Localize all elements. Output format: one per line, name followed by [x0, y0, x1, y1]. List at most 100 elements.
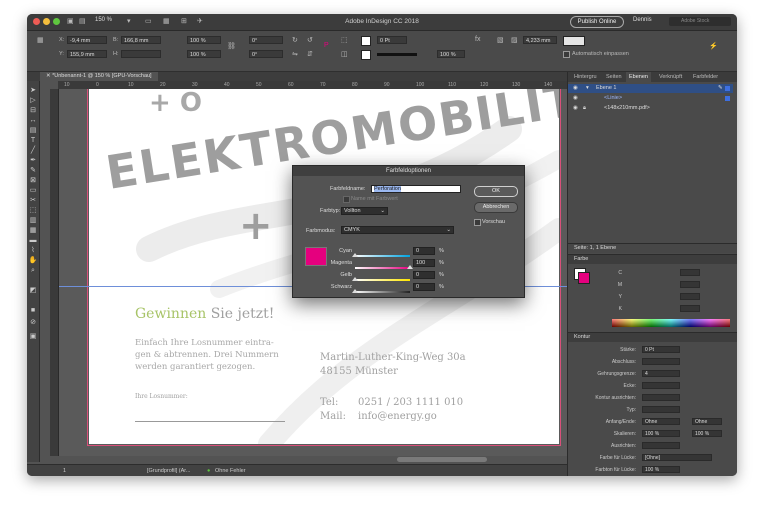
swatch-name-input[interactable]: Perforation: [371, 185, 461, 193]
channel-value-field[interactable]: 0: [413, 283, 435, 291]
fit-content-icon[interactable]: ▨: [511, 36, 518, 44]
layer-row[interactable]: ◉ ▾ Ebene 1 ✎: [568, 84, 733, 93]
tab-farbfelder[interactable]: Farbfelder: [690, 72, 721, 82]
cancel-button[interactable]: Abbrechen: [474, 202, 518, 213]
effects-icon[interactable]: fx: [475, 36, 480, 43]
channel-slider[interactable]: [355, 265, 413, 269]
screen-mode-tool-icon[interactable]: ▣: [28, 332, 38, 341]
slider-thumb[interactable]: [352, 253, 358, 257]
shear-field[interactable]: 0°: [249, 50, 283, 58]
scissors-tool-icon[interactable]: ✂: [28, 196, 38, 205]
color-mode-select[interactable]: CMYK ⌄: [341, 226, 454, 234]
expand-icon[interactable]: ▾: [586, 84, 589, 93]
lightning-icon[interactable]: ⚡: [709, 42, 718, 50]
kontur-row-field[interactable]: 100 %: [642, 430, 680, 437]
stroke-swatch[interactable]: [361, 50, 371, 60]
select-container-icon[interactable]: ⬚: [341, 36, 348, 44]
x-field[interactable]: -9,4 mm: [67, 36, 107, 44]
tab-hintergrund[interactable]: Hintergru: [571, 72, 600, 82]
rotate-ccw-icon[interactable]: ↺: [307, 36, 313, 44]
rectangle-tool-icon[interactable]: ▭: [28, 186, 38, 195]
farbe-panel-header[interactable]: Farbe: [568, 254, 737, 264]
maximize-window-button[interactable]: [53, 18, 60, 25]
height-field[interactable]: [121, 50, 161, 58]
opacity-field[interactable]: 100 %: [437, 50, 465, 58]
kontur-row-field[interactable]: [Ohne]: [642, 454, 712, 461]
c-field[interactable]: [680, 269, 700, 276]
zoom-select[interactable]: 150 %: [95, 17, 112, 23]
scale-end-field[interactable]: 100 %: [692, 430, 722, 437]
preflight-profile[interactable]: [Grundprofil] (Ar...: [147, 465, 190, 476]
preview-checkbox[interactable]: [474, 219, 481, 226]
eye-icon[interactable]: ◉: [573, 94, 578, 103]
paragraph-icon[interactable]: P: [324, 42, 329, 49]
apply-color-icon[interactable]: ■: [28, 306, 38, 315]
name-with-value-checkbox[interactable]: [343, 196, 350, 203]
document-tab[interactable]: ✕ *Unbenannt-1 @ 150 % [GPU-Vorschau]: [40, 72, 158, 81]
selection-chip[interactable]: [725, 96, 730, 101]
farbe-stroke-swatch[interactable]: [578, 272, 590, 284]
adobe-stock-search[interactable]: Adobe Stock: [669, 17, 731, 26]
eyedropper-tool-icon[interactable]: ⌇: [28, 246, 38, 255]
slider-thumb[interactable]: [352, 289, 358, 293]
page-number-field[interactable]: 1: [63, 465, 66, 476]
autofit-checkbox[interactable]: [563, 51, 570, 58]
channel-slider[interactable]: [352, 289, 410, 293]
size-field[interactable]: 4,233 mm: [523, 36, 557, 44]
tab-seiten[interactable]: Seiten: [603, 72, 625, 82]
frame-fitting-icon[interactable]: ▧: [497, 36, 504, 44]
rectangle-frame-tool-icon[interactable]: ⊠: [28, 176, 38, 185]
publish-online-button[interactable]: Publish Online: [570, 16, 624, 28]
selection-tool-icon[interactable]: ➤: [28, 86, 38, 95]
select-content-icon[interactable]: ◫: [341, 50, 348, 58]
lock-icon[interactable]: 🔒︎: [583, 104, 586, 113]
screen-mode-icon[interactable]: ▭: [145, 17, 152, 25]
kontur-row-field[interactable]: 0 Pt: [642, 346, 680, 353]
kontur-row-field[interactable]: 100 %: [642, 466, 680, 473]
wrap-preview[interactable]: [563, 36, 585, 46]
color-type-select[interactable]: Vollton ⌄: [341, 207, 388, 215]
workspace-icon[interactable]: ⊞: [181, 17, 187, 25]
width-field[interactable]: 166,8 mm: [121, 36, 161, 44]
kontur-row-field[interactable]: [642, 382, 680, 389]
pencil-tool-icon[interactable]: ✎: [28, 166, 38, 175]
line-end-select[interactable]: Ohne: [692, 418, 722, 425]
bridge-icon[interactable]: ▤: [79, 17, 86, 25]
channel-slider[interactable]: [352, 253, 410, 257]
scale-y-field[interactable]: 100 %: [187, 50, 221, 58]
channel-value-field[interactable]: 0: [413, 271, 435, 279]
gradient-tool-icon[interactable]: ▥: [28, 216, 38, 225]
eye-icon[interactable]: ◉: [573, 84, 578, 93]
content-collector-icon[interactable]: ▤: [28, 126, 38, 135]
kontur-row-field[interactable]: 4: [642, 370, 680, 377]
rotation-field[interactable]: 0°: [249, 36, 283, 44]
direct-selection-tool-icon[interactable]: ▷: [28, 96, 38, 105]
channel-value-field[interactable]: 0: [413, 247, 435, 255]
flip-vertical-icon[interactable]: ⇵: [307, 50, 313, 58]
apply-none-icon[interactable]: ⊘: [28, 318, 38, 327]
pen-tool-icon[interactable]: ✒: [28, 156, 38, 165]
vertical-ruler[interactable]: [50, 89, 59, 456]
flip-horizontal-icon[interactable]: ⇋: [292, 50, 298, 58]
kontur-panel-header[interactable]: Kontur: [568, 332, 737, 342]
fill-stroke-icon[interactable]: ◩: [28, 286, 38, 295]
rotate-cw-icon[interactable]: ↻: [292, 36, 298, 44]
horizontal-scrollbar[interactable]: [397, 457, 487, 462]
minimize-window-button[interactable]: [43, 18, 50, 25]
line-tool-icon[interactable]: ╱: [28, 146, 38, 155]
arrange-documents-icon[interactable]: ▦: [163, 17, 170, 25]
kontur-row-field[interactable]: [642, 394, 680, 401]
channel-value-field[interactable]: 100: [413, 259, 435, 267]
tab-ebenen[interactable]: Ebenen: [626, 72, 651, 82]
close-window-button[interactable]: [33, 18, 40, 25]
layer-row[interactable]: ◉ <Linie>: [568, 94, 733, 103]
tab-verknuepfungen[interactable]: Verknüpft: [656, 72, 685, 82]
page-tool-icon[interactable]: ⊟: [28, 106, 38, 115]
zoom-tool-icon[interactable]: ⌕: [28, 266, 38, 275]
constrain-proportions-icon[interactable]: ⛓: [227, 42, 236, 50]
fill-swatch[interactable]: [361, 36, 371, 46]
stroke-weight-field[interactable]: 0 Pt: [377, 36, 407, 44]
color-spectrum[interactable]: [612, 319, 730, 327]
user-menu[interactable]: Dennis: [633, 17, 652, 23]
note-tool-icon[interactable]: ▬: [28, 236, 38, 245]
